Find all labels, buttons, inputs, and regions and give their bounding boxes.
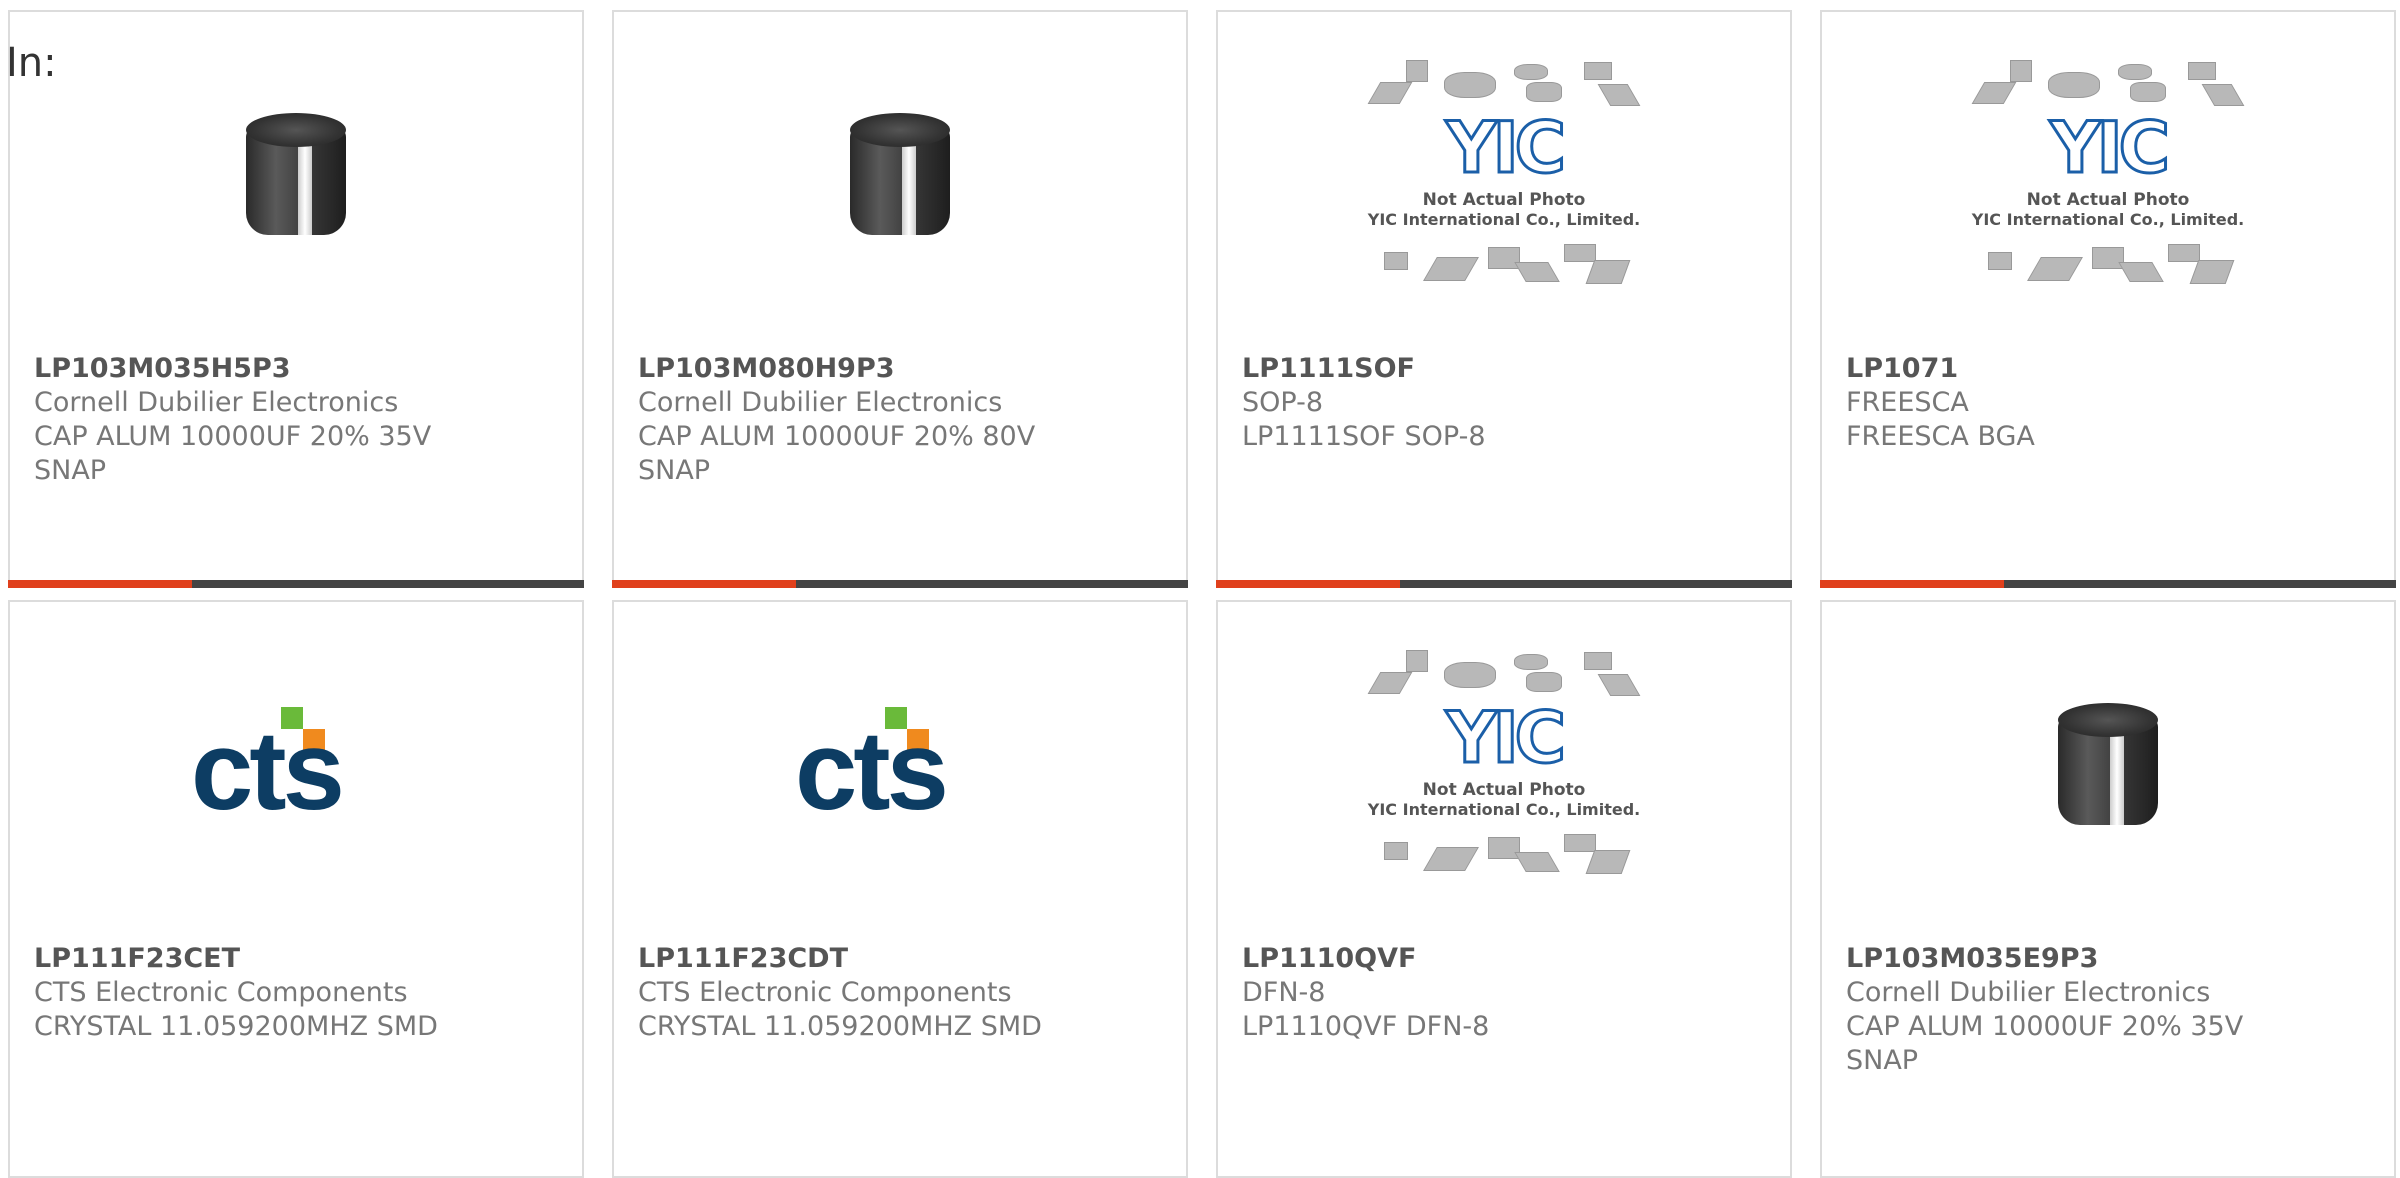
manufacturer: CTS Electronic Components (34, 977, 408, 1008)
placeholder-company: YIC International Co., Limited. (1367, 800, 1641, 819)
part-number-link[interactable]: LP111F23CDT (638, 942, 1162, 976)
product-card[interactable]: YIC Not Actual Photo YIC International C… (1216, 10, 1792, 588)
description: LP1111SOF SOP-8 (1242, 421, 1486, 452)
yic-placeholder-image: YIC Not Actual Photo YIC International C… (1968, 52, 2248, 302)
description: CAP ALUM 10000UF 20% 80V (638, 421, 1036, 452)
yic-logo: YIC (1444, 696, 1567, 781)
cts-logo-text: cts (191, 708, 345, 833)
filter-label: In: (6, 40, 57, 86)
yic-placeholder-image: YIC Not Actual Photo YIC International C… (1364, 642, 1644, 892)
card-accent-bar (1820, 580, 2396, 588)
product-card[interactable]: LP103M035E9P3 Cornell Dubilier Electroni… (1820, 600, 2396, 1178)
package: DFN-8 (1242, 977, 1326, 1008)
description: CAP ALUM 10000UF 20% 35V (1846, 1011, 2244, 1042)
capacitor-image (2058, 703, 2158, 831)
part-number-link[interactable]: LP103M035H5P3 (34, 352, 558, 386)
placeholder-note: Not Actual Photo (1422, 780, 1586, 800)
part-number-link[interactable]: LP111F23CET (34, 942, 558, 976)
description: CRYSTAL 11.059200MHZ SMD (34, 1011, 438, 1042)
manufacturer: FREESCA (1846, 387, 1969, 418)
cts-logo-image: cts (795, 707, 1005, 827)
description: FREESCA BGA (1846, 421, 2035, 452)
capacitor-image (246, 113, 346, 241)
manufacturer: Cornell Dubilier Electronics (1846, 977, 2211, 1008)
product-image[interactable] (10, 12, 582, 342)
product-image[interactable]: YIC Not Actual Photo YIC International C… (1822, 12, 2394, 342)
description: LP1110QVF DFN-8 (1242, 1011, 1490, 1042)
product-card[interactable]: cts LP111F23CET CTS Electronic Component… (8, 600, 584, 1178)
manufacturer: CTS Electronic Components (638, 977, 1012, 1008)
placeholder-company: YIC International Co., Limited. (1367, 210, 1641, 229)
product-card[interactable]: LP103M080H9P3 Cornell Dubilier Electroni… (612, 10, 1188, 588)
product-image[interactable]: YIC Not Actual Photo YIC International C… (1218, 12, 1790, 342)
description-cont: SNAP (1846, 1045, 1919, 1076)
description-cont: SNAP (34, 455, 107, 486)
product-image[interactable] (614, 12, 1186, 342)
placeholder-note: Not Actual Photo (1422, 190, 1586, 210)
product-image[interactable]: cts (614, 602, 1186, 932)
yic-logo: YIC (2048, 106, 2171, 191)
manufacturer: Cornell Dubilier Electronics (34, 387, 399, 418)
product-card[interactable]: cts LP111F23CDT CTS Electronic Component… (612, 600, 1188, 1178)
product-card[interactable]: YIC Not Actual Photo YIC International C… (1820, 10, 2396, 588)
card-accent-bar (1216, 580, 1792, 588)
yic-logo: YIC (1444, 106, 1567, 191)
part-number-link[interactable]: LP1111SOF (1242, 352, 1766, 386)
part-number-link[interactable]: LP103M080H9P3 (638, 352, 1162, 386)
description: CAP ALUM 10000UF 20% 35V (34, 421, 432, 452)
part-number-link[interactable]: LP1110QVF (1242, 942, 1766, 976)
product-card[interactable]: LP103M035H5P3 Cornell Dubilier Electroni… (8, 10, 584, 588)
product-card[interactable]: YIC Not Actual Photo YIC International C… (1216, 600, 1792, 1178)
part-number-link[interactable]: LP1071 (1846, 352, 2370, 386)
capacitor-image (850, 113, 950, 241)
product-image[interactable] (1822, 602, 2394, 932)
card-accent-bar (8, 580, 584, 588)
description-cont: SNAP (638, 455, 711, 486)
description: CRYSTAL 11.059200MHZ SMD (638, 1011, 1042, 1042)
product-image[interactable]: cts (10, 602, 582, 932)
cts-logo-text: cts (795, 708, 949, 833)
card-accent-bar (612, 580, 1188, 588)
placeholder-company: YIC International Co., Limited. (1971, 210, 2245, 229)
manufacturer: Cornell Dubilier Electronics (638, 387, 1003, 418)
placeholder-note: Not Actual Photo (2026, 190, 2190, 210)
yic-placeholder-image: YIC Not Actual Photo YIC International C… (1364, 52, 1644, 302)
part-number-link[interactable]: LP103M035E9P3 (1846, 942, 2370, 976)
product-image[interactable]: YIC Not Actual Photo YIC International C… (1218, 602, 1790, 932)
package: SOP-8 (1242, 387, 1323, 418)
cts-logo-image: cts (191, 707, 401, 827)
